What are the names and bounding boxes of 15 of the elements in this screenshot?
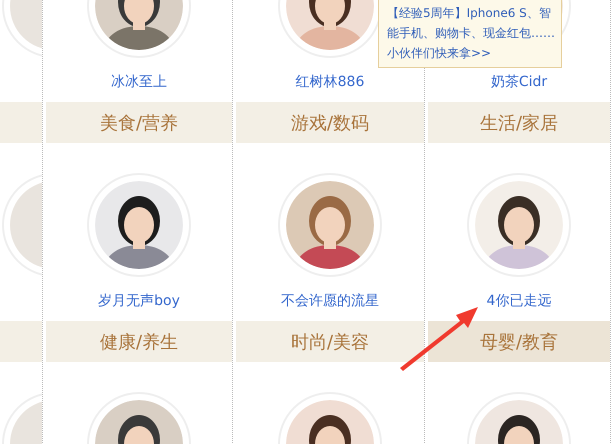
user-name-link[interactable]: 4你已走远 — [486, 292, 552, 310]
category-tab[interactable]: 美食/营养 — [46, 102, 232, 143]
user-name-link[interactable]: 奶茶Cidr — [490, 73, 548, 91]
category-tab[interactable] — [0, 321, 42, 362]
category-tab[interactable]: 健康/养生 — [46, 321, 232, 362]
promo-tooltip[interactable]: 【经验5周年】Iphone6 S、智能手机、购物卡、现金红包……小伙伴们快来拿>> — [378, 0, 562, 68]
user-name-link[interactable]: 岁月无声boy — [98, 292, 180, 310]
category-tab[interactable] — [0, 102, 42, 143]
category-tab[interactable]: 生活/家居 — [428, 102, 610, 143]
category-tab[interactable]: 母婴/教育 — [428, 321, 610, 362]
user-name-link[interactable]: 红树林886 — [296, 73, 364, 91]
category-tab[interactable]: 游戏/数码 — [236, 102, 424, 143]
category-tab[interactable]: 时尚/美容 — [236, 321, 424, 362]
user-name-link[interactable]: 不会许愿的流星 — [281, 292, 379, 310]
user-name-link[interactable]: 冰冰至上 — [111, 73, 167, 91]
